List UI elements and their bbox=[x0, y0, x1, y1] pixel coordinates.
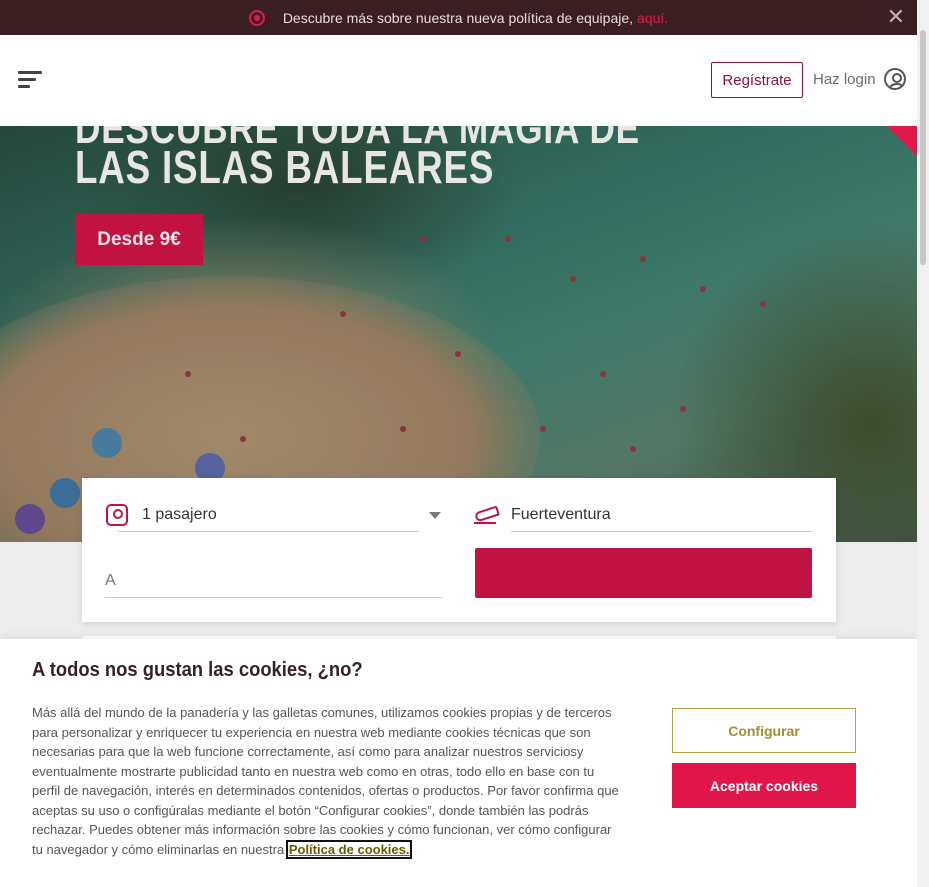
register-button[interactable]: Regístrate bbox=[711, 62, 803, 98]
menu-icon[interactable] bbox=[18, 71, 42, 92]
origin-value: Fuerteventura bbox=[511, 498, 812, 532]
cookie-policy-link[interactable]: Política de cookies. bbox=[285, 839, 413, 859]
login-label: Haz login bbox=[813, 70, 876, 88]
announcement-text: Descubre más sobre nuestra nueva polític… bbox=[282, 9, 634, 26]
page-scrollbar[interactable] bbox=[917, 0, 929, 887]
cookie-body: Más allá del mundo de la panadería y las… bbox=[32, 705, 619, 857]
accept-cookies-button[interactable]: Aceptar cookies bbox=[672, 763, 856, 808]
origin-field[interactable]: Fuerteventura bbox=[474, 498, 812, 532]
scrollbar-thumb[interactable] bbox=[920, 30, 926, 265]
user-icon bbox=[883, 68, 906, 90]
cookie-title: A todos nos gustan las cookies, ¿no? bbox=[32, 659, 363, 681]
site-header: Regístrate Haz login bbox=[0, 35, 917, 126]
flight-search-panel: 1 pasajero Fuerteventura A bbox=[82, 478, 836, 622]
login-link[interactable]: Haz login bbox=[813, 68, 906, 90]
passengers-value: 1 pasajero bbox=[118, 498, 419, 532]
destination-placeholder: A bbox=[105, 571, 116, 589]
passengers-select[interactable]: 1 pasajero bbox=[106, 498, 443, 532]
close-icon[interactable]: ✕ bbox=[887, 6, 905, 28]
chevron-down-icon bbox=[429, 512, 441, 519]
record-icon bbox=[248, 9, 265, 26]
plane-takeoff-icon bbox=[474, 506, 498, 524]
cookie-text: Más allá del mundo de la panadería y las… bbox=[32, 703, 622, 859]
announcement-bar: Descubre más sobre nuestra nueva polític… bbox=[0, 0, 917, 35]
configure-cookies-button[interactable]: Configurar bbox=[672, 708, 856, 753]
announcement-link[interactable]: aquí. bbox=[637, 10, 668, 26]
destination-field[interactable]: A bbox=[105, 564, 442, 598]
price-button[interactable]: Desde 9€ bbox=[75, 214, 203, 265]
cookie-banner: A todos nos gustan las cookies, ¿no? Más… bbox=[0, 639, 917, 887]
search-button[interactable] bbox=[475, 548, 812, 598]
hero-corner-accent bbox=[887, 126, 917, 156]
hero-headline: LAS ISLAS BALEARES bbox=[75, 141, 495, 193]
